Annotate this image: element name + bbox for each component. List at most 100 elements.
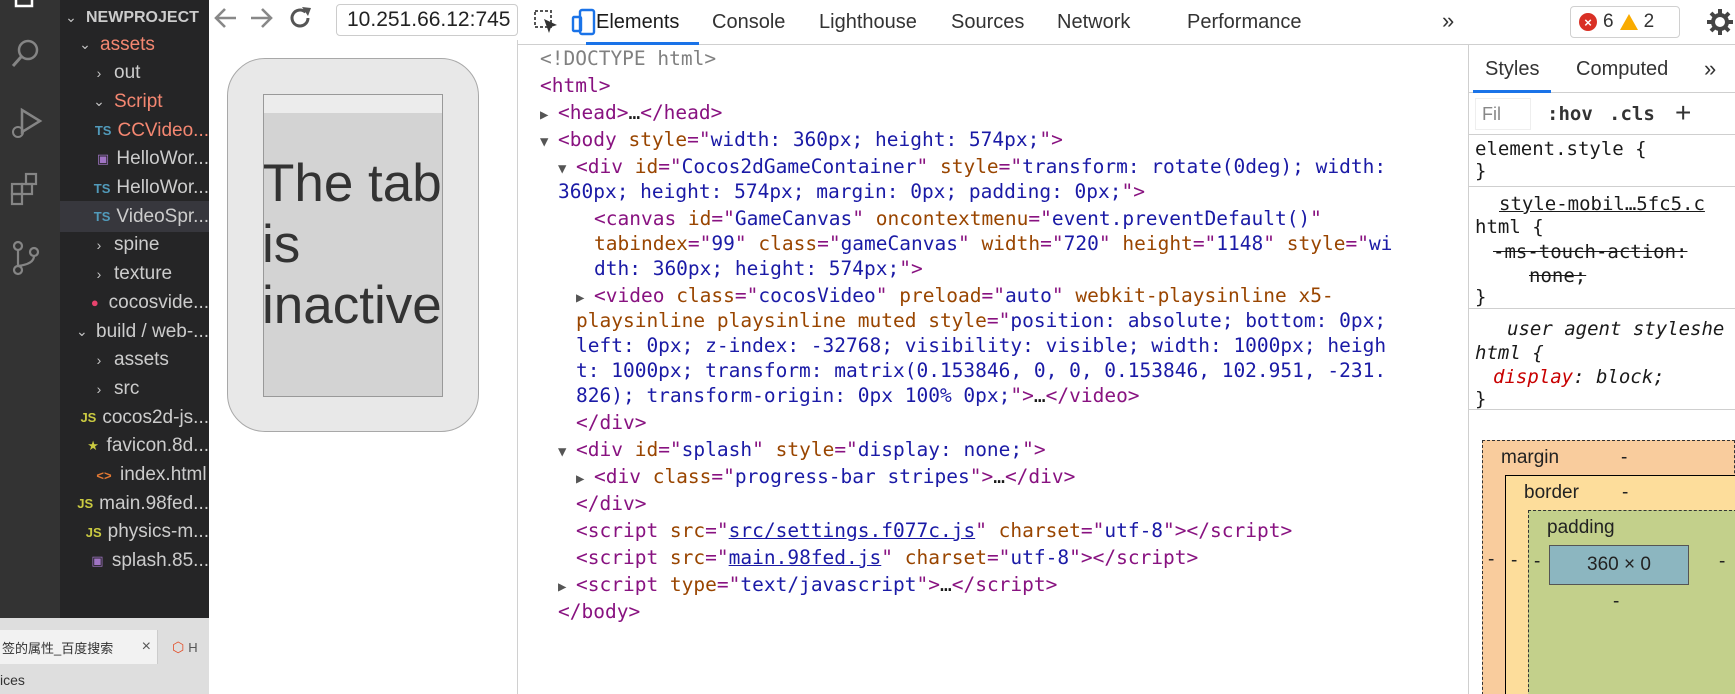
margin-label: margin	[1501, 447, 1560, 468]
game-canvas[interactable]: The tab is inactive	[263, 94, 443, 397]
tree-item[interactable]: JS physics-m...	[60, 517, 209, 548]
tree-item-label: src	[114, 377, 140, 399]
dom-line-doctype[interactable]: <!DOCTYPE html>	[540, 45, 716, 73]
tab-network[interactable]: Network	[1057, 0, 1130, 45]
border-top-value: -	[1622, 482, 1629, 503]
rule-close: }	[1475, 160, 1487, 182]
typescript-file-icon: TS	[94, 123, 112, 139]
inspect-element-button[interactable]	[530, 6, 562, 38]
rule-prop: display	[1493, 366, 1574, 388]
rule-element-style[interactable]: element.style { }	[1469, 135, 1735, 187]
dom-line-script-main[interactable]: <script src="main.98fed.js" charset="utf…	[576, 544, 1198, 572]
browser-nav-bar: 10.251.66.12:745	[209, 0, 518, 40]
rule-prop-struck[interactable]: -ms-touch-action:	[1493, 240, 1687, 265]
dom-line-video-cont3: t: 1000px; transform: matrix(0.153846, 0…	[576, 359, 1387, 382]
box-model-margin[interactable]: margin - - border - - padding - - - 360 …	[1482, 440, 1735, 694]
cls-toggle[interactable]: .cls	[1609, 103, 1655, 125]
tree-item-label: HelloWor...	[116, 177, 209, 198]
dom-line-script-inline[interactable]: ▶ <script type="text/javascript">…</scrip…	[558, 571, 1057, 599]
box-model-content[interactable]: 360 × 0	[1549, 545, 1689, 585]
tree-item[interactable]: TS HelloWor...	[60, 173, 209, 204]
tree-item[interactable]: ● cocosvide...	[60, 287, 209, 318]
tree-item-label: CCVideo...	[117, 119, 209, 141]
dom-line-body[interactable]: ▼ <body style="width: 360px; height: 574p…	[540, 126, 1063, 154]
tree-item[interactable]: JS main.98fed...	[60, 488, 209, 519]
tree-item-label: cocosvide...	[108, 291, 209, 313]
tree-item[interactable]: › spine	[60, 230, 209, 261]
new-rule-button[interactable]: +	[1675, 97, 1691, 129]
dom-line-splash[interactable]: ▼ <div id="splash" style="display: none;"…	[558, 436, 1046, 464]
tab-elements[interactable]: Elements	[585, 0, 700, 45]
tree-item[interactable]: ⌄ assets	[60, 29, 209, 60]
styles-filter-input[interactable]: Fil	[1475, 98, 1531, 130]
browser-tab-baidu[interactable]: 签的属性_百度搜索 ×	[0, 630, 158, 664]
hov-toggle[interactable]: :hov	[1547, 103, 1593, 125]
javascript-file-icon: JS	[85, 524, 102, 540]
tree-item-label: build / web-...	[96, 320, 209, 342]
error-count: 6	[1603, 11, 1614, 32]
tree-item[interactable]: › assets	[60, 345, 209, 376]
dom-line-script-settings[interactable]: <script src="src/settings.f077c.js" char…	[576, 517, 1292, 545]
dom-line-splash-close[interactable]: </div>	[576, 490, 646, 518]
gear-icon	[1707, 9, 1733, 35]
close-icon[interactable]: ×	[142, 638, 151, 656]
dom-line-video-cont2: left: 0px; z-index: -32768; visibility: …	[576, 334, 1387, 357]
tree-item[interactable]: › texture	[60, 259, 209, 290]
tree-item-label: out	[114, 62, 141, 84]
search-icon[interactable]	[0, 28, 52, 80]
source-control-icon[interactable]	[0, 232, 52, 284]
rule-close: }	[1475, 286, 1487, 308]
dom-line-html[interactable]: <html>	[540, 72, 610, 100]
tab-computed[interactable]: Computed	[1576, 45, 1668, 93]
extensions-icon[interactable]	[0, 164, 52, 216]
forward-button[interactable]	[246, 3, 276, 33]
rule-style-mobile[interactable]: style-mobil…5fc5.c html { -ms-touch-acti…	[1469, 187, 1735, 309]
dom-line-head[interactable]: ▶ <head>…</head>	[540, 99, 722, 127]
typescript-file-icon: TS	[93, 209, 111, 225]
browser-tab-second[interactable]: ⬡ H	[172, 630, 209, 664]
tree-item[interactable]: › src	[60, 373, 209, 404]
issues-counter[interactable]: × 6 2	[1570, 6, 1680, 38]
dom-line-progress-bar[interactable]: ▶ <div class="progress-bar stripes">…</di…	[576, 463, 1075, 491]
reload-button[interactable]	[285, 3, 315, 33]
tab-sources[interactable]: Sources	[951, 0, 1024, 45]
tab-lighthouse[interactable]: Lighthouse	[819, 0, 917, 45]
tree-item[interactable]: JS cocos2d-js...	[60, 402, 209, 433]
tab-styles[interactable]: Styles	[1472, 45, 1553, 93]
address-text: 10.251.66.12:745	[347, 8, 511, 31]
margin-left-value: -	[1488, 549, 1495, 570]
bottom-text: ices	[0, 672, 25, 688]
tree-item[interactable]: › out	[60, 58, 209, 89]
tree-item[interactable]: <> index.html	[60, 460, 209, 491]
typescript-file-icon: TS	[93, 180, 111, 196]
address-bar[interactable]: 10.251.66.12:745	[336, 4, 518, 36]
activity-bar	[0, 0, 60, 618]
tree-item[interactable]: ▣ splash.85...	[60, 546, 209, 577]
dom-line-div-close[interactable]: </div>	[576, 409, 646, 437]
expand-triangle-icon: ▶	[576, 471, 585, 487]
dom-line-video[interactable]: ▶ <video class="cocosVideo" preload="auto…	[576, 282, 1334, 310]
more-tabs-button[interactable]: »	[1442, 8, 1454, 34]
tree-item-label: texture	[114, 263, 173, 285]
warning-icon	[1619, 14, 1638, 30]
settings-button[interactable]	[1706, 8, 1734, 36]
tree-item[interactable]: TS CCVideo...	[60, 115, 209, 146]
back-button[interactable]	[211, 3, 241, 33]
dom-line-body-close[interactable]: </body>	[558, 598, 640, 626]
styles-more-button[interactable]: »	[1704, 45, 1716, 93]
dom-line-canvas[interactable]: <canvas id="GameCanvas" oncontextmenu="e…	[594, 205, 1322, 233]
rule-source-link[interactable]: style-mobil…5fc5.c	[1499, 192, 1705, 217]
tree-item[interactable]: ▣ HelloWor...	[60, 144, 209, 175]
box-model-border[interactable]: border - - padding - - - 360 × 0	[1505, 475, 1735, 694]
box-model-padding[interactable]: padding - - - 360 × 0	[1528, 510, 1735, 694]
run-debug-icon[interactable]	[0, 96, 52, 148]
tab-console[interactable]: Console	[712, 0, 785, 45]
padding-left-value: -	[1534, 551, 1541, 572]
tree-item[interactable]: TS VideoSpr...	[60, 201, 209, 233]
tree-item[interactable]: ⌄ Script	[60, 86, 209, 117]
tree-item[interactable]: ★ favicon.8d...	[60, 431, 209, 462]
dom-line-game-container[interactable]: ▼ <div id="Cocos2dGameContainer" style="t…	[558, 153, 1386, 181]
tree-item-label: VideoSpr...	[116, 205, 209, 227]
tab-performance[interactable]: Performance	[1187, 0, 1302, 45]
tree-item[interactable]: ⌄ build / web-...	[60, 316, 209, 347]
